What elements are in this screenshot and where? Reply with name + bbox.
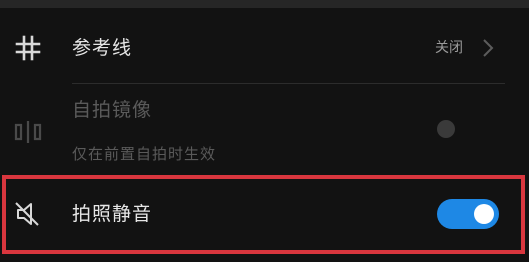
mute-icon (15, 202, 39, 226)
chevron-right-icon (483, 39, 494, 57)
selfie-mirror-setting-row: 自拍镜像 仅在前置自拍时生效 (0, 88, 529, 174)
row-divider (72, 83, 505, 84)
setting-description: 仅在前置自拍时生效 (72, 145, 217, 163)
shutter-mute-setting-row[interactable]: 拍照静音 (0, 178, 529, 256)
setting-title: 拍照静音 (72, 203, 153, 225)
top-edge-bar (0, 0, 529, 8)
setting-value: 关闭 (435, 40, 463, 56)
setting-title: 自拍镜像 (72, 99, 153, 121)
toggle-knob (474, 204, 494, 224)
setting-title: 参考线 (72, 37, 133, 59)
grid-lines-setting-row[interactable]: 参考线 关闭 (0, 14, 529, 84)
selfie-mirror-toggle (433, 114, 493, 144)
mirror-icon (14, 121, 42, 143)
grid-icon (15, 35, 41, 61)
shutter-mute-toggle[interactable] (437, 199, 499, 229)
toggle-knob (437, 120, 455, 138)
